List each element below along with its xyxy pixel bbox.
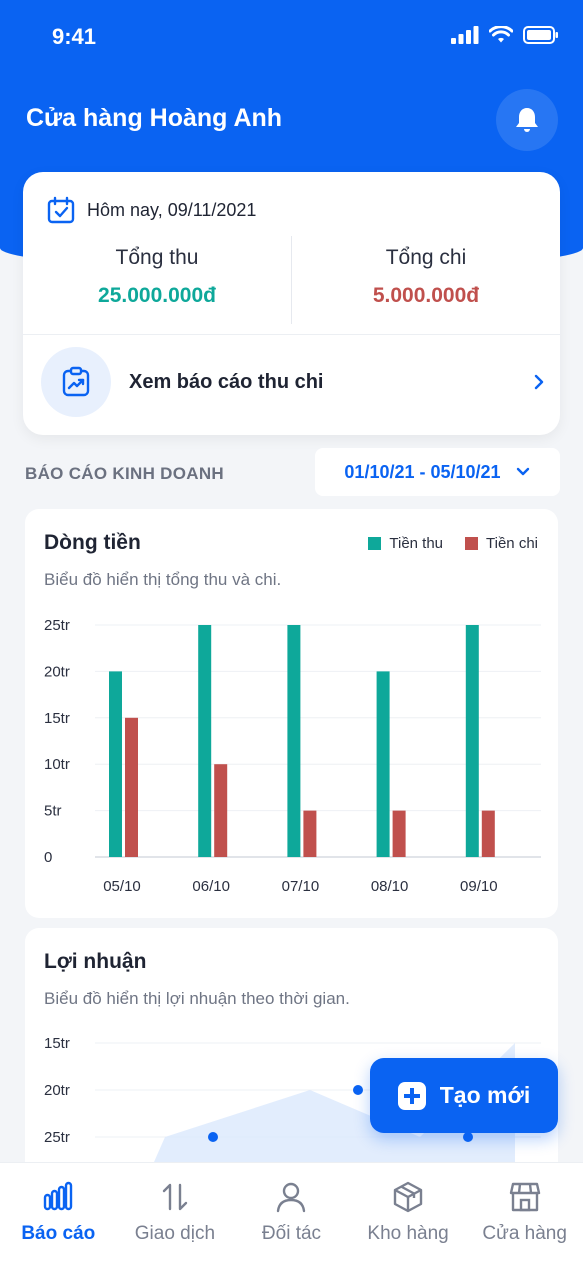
- x-tick-label: 05/10: [103, 878, 141, 895]
- nav-label-transactions: Giao dịch: [134, 1223, 216, 1244]
- expense-bar: [303, 810, 317, 857]
- box-icon: [393, 1181, 423, 1213]
- income-bar: [376, 671, 390, 857]
- income-bar: [198, 625, 212, 857]
- wifi-icon: [489, 26, 513, 43]
- nav-label-store: Cửa hàng: [482, 1223, 567, 1244]
- battery-icon: [523, 26, 558, 44]
- y-tick-label: 0: [44, 849, 52, 866]
- y-tick-label: 10tr: [44, 756, 70, 773]
- summary-date: Hôm nay, 09/11/2021: [87, 199, 257, 220]
- nav-label-inventory: Kho hàng: [367, 1223, 449, 1244]
- plus-square-icon: [397, 1081, 426, 1110]
- transfer-arrows-icon: [162, 1183, 188, 1211]
- report-link-label: Xem báo cáo thu chi: [129, 370, 324, 393]
- nav-item-reports[interactable]: Báo cáo: [0, 1163, 117, 1265]
- x-tick-label: 07/10: [282, 878, 320, 895]
- y-tick-label: 15tr: [44, 1035, 70, 1052]
- income-bar: [465, 625, 479, 857]
- date-row: Hôm nay, 09/11/2021: [47, 196, 256, 224]
- summary-separator: [23, 334, 560, 335]
- nav-item-partners[interactable]: Đối tác: [233, 1163, 350, 1265]
- income-summary: Tổng thu 25.000.000đ: [23, 246, 291, 308]
- x-tick-label: 08/10: [371, 878, 409, 895]
- create-new-button[interactable]: Tạo mới: [370, 1058, 558, 1133]
- business-report-header: BÁO CÁO KINH DOANH 01/10/21 - 05/10/21: [25, 448, 560, 498]
- view-income-expense-report-link[interactable]: Xem báo cáo thu chi: [41, 347, 546, 417]
- bell-icon: [516, 108, 538, 132]
- date-range-value: 01/10/21 - 05/10/21: [344, 461, 501, 482]
- nav-label-reports: Báo cáo: [21, 1223, 96, 1244]
- report-icon-wrapper: [41, 347, 111, 417]
- chevron-down-icon: [516, 467, 529, 476]
- y-tick-label: 5tr: [44, 803, 62, 820]
- store-icon: [509, 1182, 540, 1212]
- status-icons: [451, 26, 559, 44]
- income-bar: [287, 625, 301, 857]
- section-label: BÁO CÁO KINH DOANH: [25, 464, 225, 483]
- notification-button[interactable]: [496, 89, 558, 151]
- expense-bar: [125, 717, 138, 857]
- page-title: Cửa hàng Hoàng Anh: [26, 104, 283, 132]
- nav-item-inventory[interactable]: Kho hàng: [350, 1163, 467, 1265]
- signal-icon: [451, 26, 479, 44]
- income-value: 25.000.000đ: [98, 284, 216, 307]
- income-bar: [109, 671, 122, 857]
- x-tick-label: 06/10: [192, 878, 230, 895]
- summary-card: Hôm nay, 09/11/2021 Tổng thu 25.000.000đ…: [23, 172, 560, 435]
- x-tick-label: 09/10: [460, 878, 498, 895]
- cashflow-chart-card: Dòng tiền Tiền thu Tiền chi Biểu đồ hiển…: [25, 509, 558, 918]
- date-range-selector[interactable]: 01/10/21 - 05/10/21: [315, 448, 560, 496]
- cashflow-bar-chart: 0 5tr 10tr 15tr 20tr 25tr 05/10 06/10 07/10 08/10…: [44, 617, 541, 895]
- expense-bar: [214, 764, 228, 857]
- profit-point: [208, 1132, 218, 1142]
- clipboard-chart-icon: [62, 366, 90, 397]
- expense-bar: [481, 810, 495, 857]
- expense-bar: [392, 810, 406, 857]
- bar-chart-icon: [44, 1181, 73, 1211]
- nav-item-transactions[interactable]: Giao dịch: [117, 1163, 234, 1265]
- expense-value: 5.000.000đ: [372, 284, 480, 307]
- y-tick-label: 15tr: [44, 710, 70, 727]
- status-bar: 9:41: [0, 0, 583, 74]
- chevron-right-icon: [534, 374, 544, 390]
- status-time: 9:41: [52, 24, 97, 49]
- calendar-check-icon: [47, 196, 75, 224]
- y-tick-label: 25tr: [44, 617, 70, 634]
- profit-point: [463, 1132, 473, 1142]
- bottom-nav: Báo cáo Giao dịch Đối tác Kho hàng Cửa h…: [0, 1162, 583, 1265]
- nav-item-store[interactable]: Cửa hàng: [466, 1163, 583, 1265]
- nav-label-partners: Đối tác: [261, 1223, 322, 1244]
- y-tick-label: 20tr: [44, 1082, 70, 1099]
- expense-summary: Tổng chi 5.000.000đ: [292, 246, 560, 308]
- user-icon: [277, 1182, 306, 1213]
- y-tick-label: 20tr: [44, 663, 70, 680]
- expense-label: Tổng chi: [385, 246, 467, 269]
- y-tick-label: 25tr: [44, 1129, 70, 1146]
- profit-point: [353, 1085, 363, 1095]
- create-new-label: Tạo mới: [439, 1082, 531, 1108]
- income-label: Tổng thu: [115, 246, 199, 269]
